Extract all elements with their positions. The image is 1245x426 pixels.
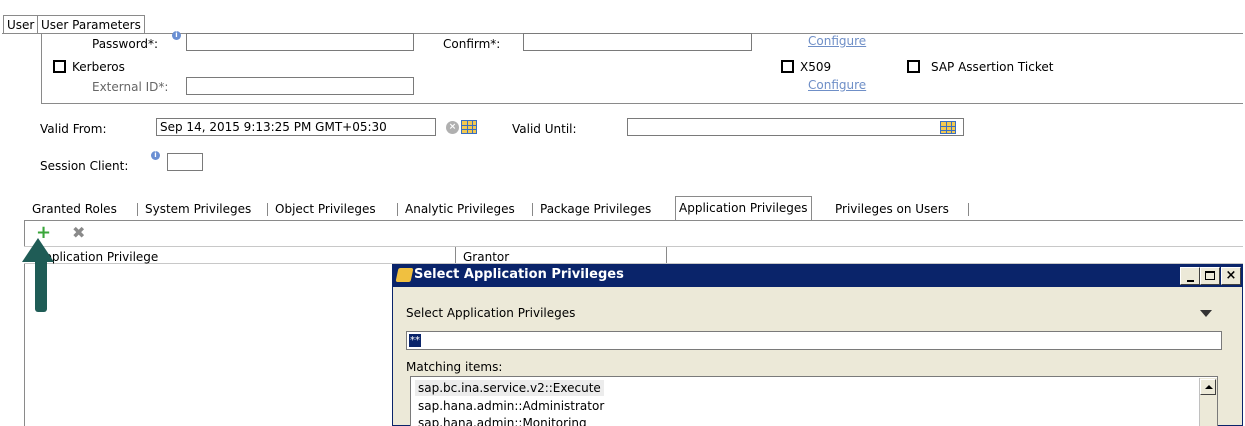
tab-object-privileges[interactable]: Object Privileges [272,200,379,220]
tab-privileges-on-users[interactable]: Privileges on Users [832,200,952,220]
tab-analytic-privileges[interactable]: Analytic Privileges [402,200,518,220]
session-client-field[interactable] [167,153,203,171]
folder-open-icon [395,268,414,282]
dialog-section-label: Select Application Privileges [406,306,576,320]
confirm-label: Confirm*: [443,37,501,51]
col-grantor[interactable]: Grantor [463,250,509,264]
kerberos-checkbox[interactable] [53,60,66,73]
dialog-title: Select Application Privileges [414,267,624,282]
filter-input[interactable]: ** [406,331,1222,350]
valid-from-label: Valid From: [40,122,107,136]
valid-until-label: Valid Until: [512,122,577,136]
external-id-label: External ID*: [92,80,169,94]
valid-from-field[interactable]: Sep 14, 2015 9:13:25 PM GMT+05:30 [156,118,436,136]
maximize-icon [1205,271,1215,280]
minimize-button[interactable] [1180,267,1200,285]
info-icon: i [172,31,181,40]
close-icon: × [1225,268,1237,283]
kerberos-label: Kerberos [72,60,125,74]
col-application-privilege[interactable]: Application Privilege [36,250,158,264]
list-item[interactable]: sap.hana.admin::Monitoring [415,415,590,426]
delete-icon[interactable]: ✖ [72,225,85,241]
sap-ticket-checkbox[interactable] [907,60,920,73]
configure-link[interactable]: Configure [808,34,866,48]
list-item[interactable]: sap.hana.admin::Administrator [415,398,607,414]
sap-ticket-label: SAP Assertion Ticket [931,60,1054,74]
valid-until-field[interactable] [627,118,964,136]
close-button[interactable]: × [1221,267,1241,285]
confirm-field[interactable] [523,33,752,51]
tab-granted-roles[interactable]: Granted Roles [29,200,120,220]
maximize-button[interactable] [1200,267,1220,285]
tab-user[interactable]: User [3,15,39,33]
chevron-down-icon[interactable] [1200,310,1212,317]
x509-checkbox[interactable] [781,60,794,73]
password-field[interactable] [186,33,414,51]
calendar-icon[interactable] [940,121,956,134]
configure-link-2[interactable]: Configure [808,78,866,92]
tab-user-parameters[interactable]: User Parameters [37,15,145,33]
password-label: Password*: [92,37,159,51]
scroll-up-button[interactable] [1200,379,1216,395]
x509-label: X509 [800,60,832,74]
external-id-field[interactable] [186,77,414,95]
table-header [24,246,1243,264]
filter-input-selection: ** [409,334,421,347]
tab-application-privileges[interactable]: Application Privileges [675,196,812,220]
arrow-head [22,238,54,262]
matching-items-list[interactable]: sap.bc.ina.service.v2::Execute sap.hana.… [410,376,1218,426]
tab-system-privileges[interactable]: System Privileges [142,200,254,220]
info-icon: i [151,151,160,160]
calendar-icon[interactable] [461,120,477,134]
scroll-up-icon [1205,385,1213,389]
matching-items-label: Matching items: [406,360,503,374]
session-client-label: Session Client: [40,159,129,173]
tab-package-privileges[interactable]: Package Privileges [537,200,654,220]
clear-icon[interactable]: × [446,121,459,134]
list-item[interactable]: sap.bc.ina.service.v2::Execute [415,380,604,396]
arrow-shaft [35,260,47,312]
minimize-icon [1187,280,1194,282]
